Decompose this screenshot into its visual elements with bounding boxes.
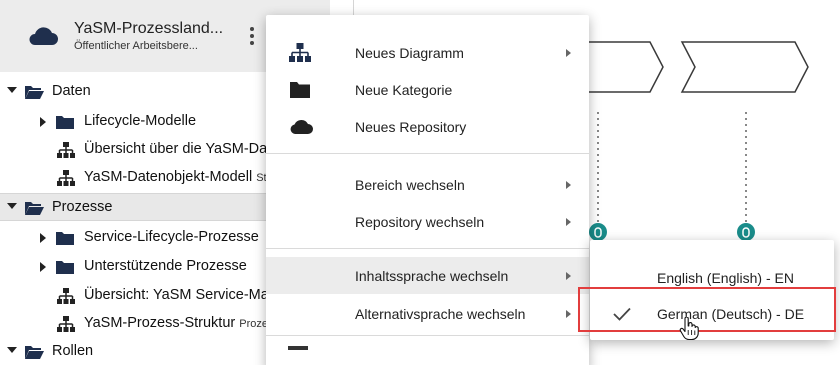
caret-right-icon[interactable]: [40, 233, 46, 243]
tree-item-label: Lifecycle-Modelle: [84, 113, 197, 129]
menu-divider: [266, 248, 589, 249]
caret-down-icon[interactable]: [7, 203, 17, 209]
workspace-title[interactable]: YaSM-Prozessland...: [74, 20, 223, 38]
tree-item-label: Übersicht: YaSM Service-Mana: [84, 287, 285, 303]
tree-item-label: Daten: [52, 83, 91, 99]
diagram-icon: [57, 170, 75, 186]
submenu-arrow-icon: [566, 310, 571, 318]
diagram-icon: [57, 288, 75, 304]
menu-item-label: Neue Kategorie: [355, 82, 453, 98]
folder-open-icon: [25, 202, 44, 215]
menu-item-label: Alternativsprache wechseln: [355, 306, 526, 322]
folder-icon: [56, 261, 74, 274]
menu-divider: [266, 335, 589, 336]
language-option-label: English (English) - EN: [657, 270, 794, 286]
menu-item-label: Inhaltssprache wechseln: [355, 268, 509, 284]
tree-item-label: Übersicht über die YaSM-Daten: [84, 141, 288, 157]
menu-item-neues-repository[interactable]: Neues Repository: [266, 108, 589, 145]
connector-node: [589, 223, 607, 241]
menu-item-alternativsprache-wechseln[interactable]: Alternativsprache wechseln: [266, 295, 589, 332]
hand-cursor-icon: [679, 317, 699, 341]
submenu-arrow-icon: [566, 49, 571, 57]
menu-item-label: Repository wechseln: [355, 214, 485, 230]
caret-down-icon[interactable]: [7, 347, 17, 353]
menu-item-label: Bereich wechseln: [355, 177, 465, 193]
tree-item-label: YaSM-Prozess-Struktur Prozes: [84, 315, 274, 331]
process-chevron-shape: [580, 41, 664, 93]
menu-item-repository-wechseln[interactable]: Repository wechseln: [266, 203, 589, 240]
caret-down-icon[interactable]: [7, 87, 17, 93]
folder-open-icon: [25, 346, 44, 359]
menu-item-label: Neues Repository: [355, 119, 467, 135]
workspace-subtitle: Öffentlicher Arbeitsbere...: [74, 40, 198, 52]
context-menu: Neues Diagramm Neue Kategorie Neues Repo…: [266, 15, 589, 365]
partially-hidden-icon: [288, 346, 308, 350]
folder-open-icon: [25, 86, 44, 99]
tree-item-label: Rollen: [52, 343, 94, 359]
menu-item-bereich-wechseln[interactable]: Bereich wechseln: [266, 166, 589, 203]
connector-node: [737, 223, 755, 241]
menu-item-neues-diagramm[interactable]: Neues Diagramm: [266, 34, 589, 71]
tree-item-label: Unterstützende Prozesse: [84, 258, 247, 274]
highlight-annotation: [578, 287, 836, 332]
menu-item-neue-kategorie[interactable]: Neue Kategorie: [266, 71, 589, 108]
folder-icon: [56, 116, 74, 129]
more-vertical-icon[interactable]: [248, 27, 256, 49]
tree-item-name: YaSM-Datenobjekt-Modell: [84, 169, 253, 185]
submenu-arrow-icon: [566, 272, 571, 280]
submenu-arrow-icon: [566, 181, 571, 189]
diagram-icon: [57, 316, 75, 332]
tree-item-label: Service-Lifecycle-Prozesse: [84, 229, 259, 245]
caret-right-icon[interactable]: [40, 262, 46, 272]
tree-item-label: YaSM-Datenobjekt-Modell Stru: [84, 169, 276, 185]
process-chevron-shape: [680, 41, 809, 93]
menu-item-label: Neues Diagramm: [355, 45, 464, 61]
cloud-icon: [29, 27, 58, 45]
diagram-icon: [57, 142, 75, 158]
menu-divider: [266, 153, 589, 154]
folder-icon: [290, 82, 310, 98]
submenu-arrow-icon: [566, 218, 571, 226]
folder-icon: [56, 232, 74, 245]
diagram-icon: [289, 43, 311, 62]
cloud-icon: [290, 120, 313, 134]
caret-right-icon[interactable]: [40, 117, 46, 127]
tree-item-label: Prozesse: [52, 199, 113, 215]
tree-item-name: YaSM-Prozess-Struktur: [84, 315, 236, 331]
menu-item-inhaltssprache-wechseln[interactable]: Inhaltssprache wechseln: [266, 257, 589, 294]
